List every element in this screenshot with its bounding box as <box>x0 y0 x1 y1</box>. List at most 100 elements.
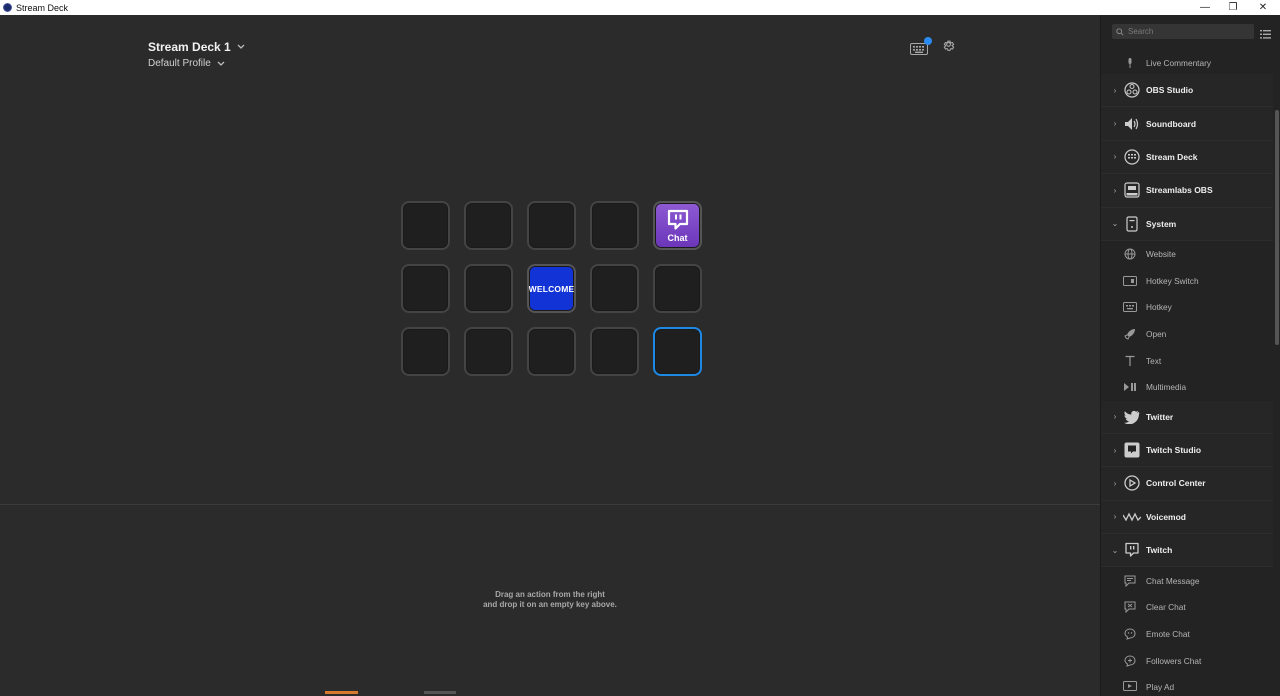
key-slot[interactable] <box>590 201 639 250</box>
key-slot[interactable] <box>464 264 513 313</box>
category-voicemod[interactable]: › Voicemod <box>1101 500 1273 535</box>
action-label: Chat Message <box>1146 575 1200 586</box>
category-twitter[interactable]: › Twitter <box>1101 400 1273 434</box>
category-label: OBS Studio <box>1146 85 1194 96</box>
key-slot[interactable] <box>401 201 450 250</box>
action-label: Emote Chat <box>1146 628 1190 639</box>
action-emote-chat[interactable]: Emote Chat <box>1101 620 1273 648</box>
microphone-icon <box>1123 56 1137 70</box>
action-hotkey-switch[interactable]: Hotkey Switch <box>1101 267 1273 295</box>
category-twitch[interactable]: ⌄ Twitch <box>1101 534 1273 568</box>
profile-selector[interactable]: Default Profile <box>148 58 225 69</box>
action-list: Live Commentary › OBS Studio › Soundboar… <box>1101 52 1273 696</box>
key-slot[interactable] <box>590 327 639 376</box>
category-label: Streamlabs OBS <box>1146 185 1213 196</box>
action-followers-chat[interactable]: Followers Chat <box>1101 647 1273 674</box>
chevron-down-icon <box>237 42 245 52</box>
category-system[interactable]: ⌄ System <box>1101 207 1273 241</box>
chat-message-icon <box>1123 574 1137 588</box>
key-slot[interactable] <box>590 264 639 313</box>
action-play-ad[interactable]: Play Ad <box>1101 673 1273 696</box>
clear-chat-icon <box>1123 600 1137 614</box>
voicemod-icon <box>1123 508 1141 526</box>
hint-line: and drop it on an empty key above. <box>483 600 617 609</box>
key-slot-selected[interactable] <box>653 327 702 376</box>
action-label: Multimedia <box>1146 382 1187 393</box>
key-slot[interactable] <box>401 327 450 376</box>
play-pause-icon <box>1123 380 1137 394</box>
chevron-right-icon[interactable]: › <box>1109 119 1121 128</box>
gear-icon[interactable] <box>942 39 955 57</box>
action-clear-chat[interactable]: Clear Chat <box>1101 594 1273 621</box>
chevron-down-icon[interactable]: ⌄ <box>1109 219 1121 228</box>
action-website[interactable]: Website <box>1101 240 1273 268</box>
category-streamlabs-obs[interactable]: › Streamlabs OBS <box>1101 174 1273 208</box>
twitch-studio-icon <box>1123 441 1141 459</box>
chevron-right-icon[interactable]: › <box>1109 152 1121 161</box>
category-twitch-studio[interactable]: › Twitch Studio <box>1101 433 1273 468</box>
list-view-icon[interactable] <box>1260 26 1271 44</box>
key-slot[interactable] <box>464 201 513 250</box>
chevron-down-icon <box>217 59 225 69</box>
action-label: Hotkey Switch <box>1146 275 1199 286</box>
action-text[interactable]: Text <box>1101 347 1273 374</box>
key-slot[interactable] <box>401 264 450 313</box>
chevron-right-icon[interactable]: › <box>1109 412 1121 421</box>
action-label: Hotkey <box>1146 302 1172 313</box>
key-welcome[interactable]: WELCOME <box>527 264 576 313</box>
action-label: Play Ad <box>1146 682 1175 693</box>
key-slot[interactable] <box>653 264 702 313</box>
app-icon <box>3 3 12 12</box>
category-control-center[interactable]: › Control Center <box>1101 467 1273 501</box>
chevron-right-icon[interactable]: › <box>1109 512 1121 521</box>
key-slot[interactable] <box>527 327 576 376</box>
action-live-commentary[interactable]: Live Commentary <box>1101 52 1273 74</box>
key-label: Chat <box>667 233 688 243</box>
profile-name: Default Profile <box>148 58 211 69</box>
minimize-button[interactable]: — <box>1190 0 1220 15</box>
device-selector[interactable]: Stream Deck 1 <box>148 40 245 54</box>
category-stream-deck[interactable]: › Stream Deck <box>1101 140 1273 175</box>
category-label: System <box>1146 218 1177 229</box>
category-soundboard[interactable]: › Soundboard <box>1101 107 1273 141</box>
category-obs-studio[interactable]: › OBS Studio <box>1101 74 1273 108</box>
key-slot[interactable] <box>464 327 513 376</box>
chevron-right-icon[interactable]: › <box>1109 186 1121 195</box>
globe-icon <box>1123 247 1137 261</box>
action-chat-message[interactable]: Chat Message <box>1101 567 1273 595</box>
category-label: Soundboard <box>1146 118 1197 129</box>
rocket-icon <box>1123 327 1137 341</box>
chevron-right-icon[interactable]: › <box>1109 446 1121 455</box>
keyboard-store-icon[interactable] <box>910 37 932 55</box>
twitch-chat-icon <box>667 209 688 230</box>
action-label: Text <box>1146 355 1162 366</box>
action-label: Live Commentary <box>1146 58 1212 68</box>
key-label: WELCOME <box>528 283 575 294</box>
action-hotkey[interactable]: Hotkey <box>1101 294 1273 321</box>
bottom-tab[interactable] <box>424 691 456 694</box>
sidebar-scrollbar[interactable] <box>1275 110 1279 345</box>
close-button[interactable]: ✕ <box>1248 0 1278 15</box>
search-box[interactable] <box>1112 24 1254 39</box>
bottom-tabs <box>0 691 1100 696</box>
chevron-down-icon[interactable]: ⌄ <box>1109 546 1121 555</box>
obs-icon <box>1123 81 1141 99</box>
action-multimedia[interactable]: Multimedia <box>1101 373 1273 401</box>
bottom-tab-active[interactable] <box>325 691 358 694</box>
search-input[interactable] <box>1128 27 1248 36</box>
key-slot[interactable] <box>527 201 576 250</box>
maximize-button[interactable]: ❐ <box>1218 0 1248 15</box>
hotkey-icon <box>1123 300 1137 314</box>
action-label: Open <box>1146 329 1167 340</box>
action-open[interactable]: Open <box>1101 320 1273 348</box>
action-label: Followers Chat <box>1146 655 1202 666</box>
title-bar: Stream Deck — ❐ ✕ <box>0 0 1280 15</box>
chevron-right-icon[interactable]: › <box>1109 86 1121 95</box>
stream-deck-icon <box>1123 148 1141 166</box>
drag-hint: Drag an action from the right and drop i… <box>450 590 650 610</box>
hint-line: Drag an action from the right <box>495 590 605 599</box>
device-name: Stream Deck 1 <box>148 40 231 54</box>
key-twitch-chat[interactable]: Chat <box>653 201 702 250</box>
chevron-right-icon[interactable]: › <box>1109 479 1121 488</box>
panel-divider[interactable] <box>0 504 1100 505</box>
